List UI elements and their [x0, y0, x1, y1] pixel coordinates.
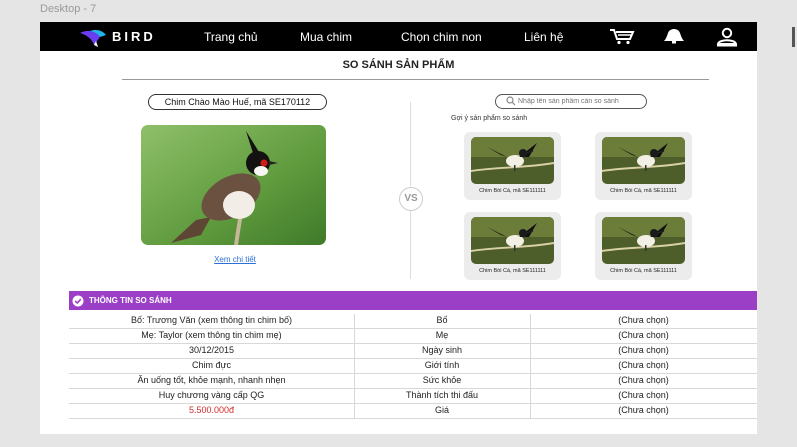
cart-icon[interactable]	[609, 27, 635, 50]
right-value: (Chưa chọn)	[618, 390, 669, 400]
suggest-caption: Chim Bói Cá, mã SE111111	[610, 188, 677, 194]
nav-link-contact[interactable]: Liên hệ	[524, 30, 563, 44]
right-value: (Chưa chọn)	[618, 330, 669, 340]
suggest-card[interactable]: Chim Bói Cá, mã SE111111	[595, 132, 692, 200]
table-row: 30/12/2015 Ngày sinh (Chưa chọn)	[69, 344, 757, 359]
suggest-label: Gợi ý sản phẩm so sánh	[451, 115, 528, 122]
scroll-indicator	[792, 27, 795, 47]
compare-table: Bố: Trương Văn (xem thông tin chim bố) B…	[69, 314, 757, 419]
check-circle-icon	[72, 295, 84, 309]
search-box[interactable]	[495, 94, 647, 109]
right-value: (Chưa chọn)	[618, 405, 669, 415]
brand-name: BIRD	[112, 29, 156, 44]
suggest-thumbnail	[602, 137, 685, 184]
right-value: (Chưa chọn)	[618, 345, 669, 355]
navbar: BIRD Trang chủ Mua chim Chọn chim non Li…	[40, 22, 757, 51]
left-value: Huy chương vàng cấp QG	[158, 390, 265, 400]
table-row: Bố: Trương Văn (xem thông tin chim bố) B…	[69, 314, 757, 329]
right-value: (Chưa chọn)	[618, 375, 669, 385]
suggest-caption: Chim Bói Cá, mã SE111111	[479, 268, 546, 274]
attribute-label: Bố	[436, 315, 448, 325]
suggest-caption: Chim Bói Cá, mã SE111111	[610, 268, 677, 274]
attribute-label: Sức khỏe	[422, 375, 462, 385]
bell-icon[interactable]	[661, 27, 687, 50]
vs-badge: VS	[399, 187, 423, 211]
suggest-card[interactable]: Chim Bói Cá, mã SE111111	[464, 132, 561, 200]
vs-divider-bottom	[410, 211, 411, 279]
left-value[interactable]: Bố: Trương Văn (xem thông tin chim bố)	[69, 315, 354, 325]
search-icon	[506, 96, 516, 111]
bird-logo-icon	[80, 29, 106, 47]
table-row: Chim đực Giới tính (Chưa chọn)	[69, 359, 757, 374]
right-value: (Chưa chọn)	[618, 315, 669, 325]
nav-link-choose-chick[interactable]: Chọn chim non	[401, 30, 482, 44]
attribute-label: Ngày sinh	[421, 345, 463, 355]
table-row: 5.500.000đ Giá (Chưa chọn)	[69, 404, 757, 419]
page-title: SO SÁNH SẢN PHẨM	[342, 59, 455, 71]
left-value: Ăn uống tốt, khỏe mạnh, nhanh nhẹn	[137, 375, 286, 385]
nav-link-buy-bird[interactable]: Mua chim	[300, 30, 352, 44]
nav-link-home[interactable]: Trang chủ	[204, 30, 258, 44]
left-value: 30/12/2015	[188, 345, 235, 355]
suggest-card[interactable]: Chim Bói Cá, mã SE111111	[595, 212, 692, 280]
left-value: Chim đực	[191, 360, 232, 370]
compare-header-label: THÔNG TIN SO SÁNH	[89, 296, 172, 305]
table-row: Mẹ: Taylor (xem thông tin chim mẹ) Mẹ (C…	[69, 329, 757, 344]
suggest-card[interactable]: Chim Bói Cá, mã SE111111	[464, 212, 561, 280]
selected-product-name: Chim Chào Mào Huế, mã SE170112	[148, 94, 327, 110]
attribute-label: Mẹ	[435, 330, 449, 340]
attribute-label: Giới tính	[424, 360, 460, 370]
suggest-thumbnail	[602, 217, 685, 264]
vs-divider-top	[410, 102, 411, 186]
user-icon[interactable]	[715, 27, 739, 52]
suggest-thumbnail	[471, 217, 554, 264]
suggest-thumbnail	[471, 137, 554, 184]
left-value[interactable]: Mẹ: Taylor (xem thông tin chim mẹ)	[69, 330, 354, 340]
table-row: Huy chương vàng cấp QG Thành tích thi đấ…	[69, 389, 757, 404]
price-value: 5.500.000đ	[188, 405, 235, 415]
suggest-caption: Chim Bói Cá, mã SE111111	[479, 188, 546, 194]
view-detail-link[interactable]: Xem chi tiết	[180, 255, 290, 264]
search-input[interactable]	[518, 95, 638, 108]
attribute-label: Giá	[434, 405, 449, 415]
page-frame: BIRD Trang chủ Mua chim Chọn chim non Li…	[40, 22, 757, 434]
compare-header[interactable]: THÔNG TIN SO SÁNH	[69, 291, 757, 310]
table-row: Ăn uống tốt, khỏe mạnh, nhanh nhẹn Sức k…	[69, 374, 757, 389]
right-value: (Chưa chọn)	[618, 360, 669, 370]
attribute-label: Thành tích thi đấu	[405, 390, 479, 400]
frame-label: Desktop - 7	[40, 3, 97, 15]
divider	[122, 79, 709, 80]
logo[interactable]: BIRD	[78, 25, 156, 48]
product-image	[141, 125, 326, 245]
